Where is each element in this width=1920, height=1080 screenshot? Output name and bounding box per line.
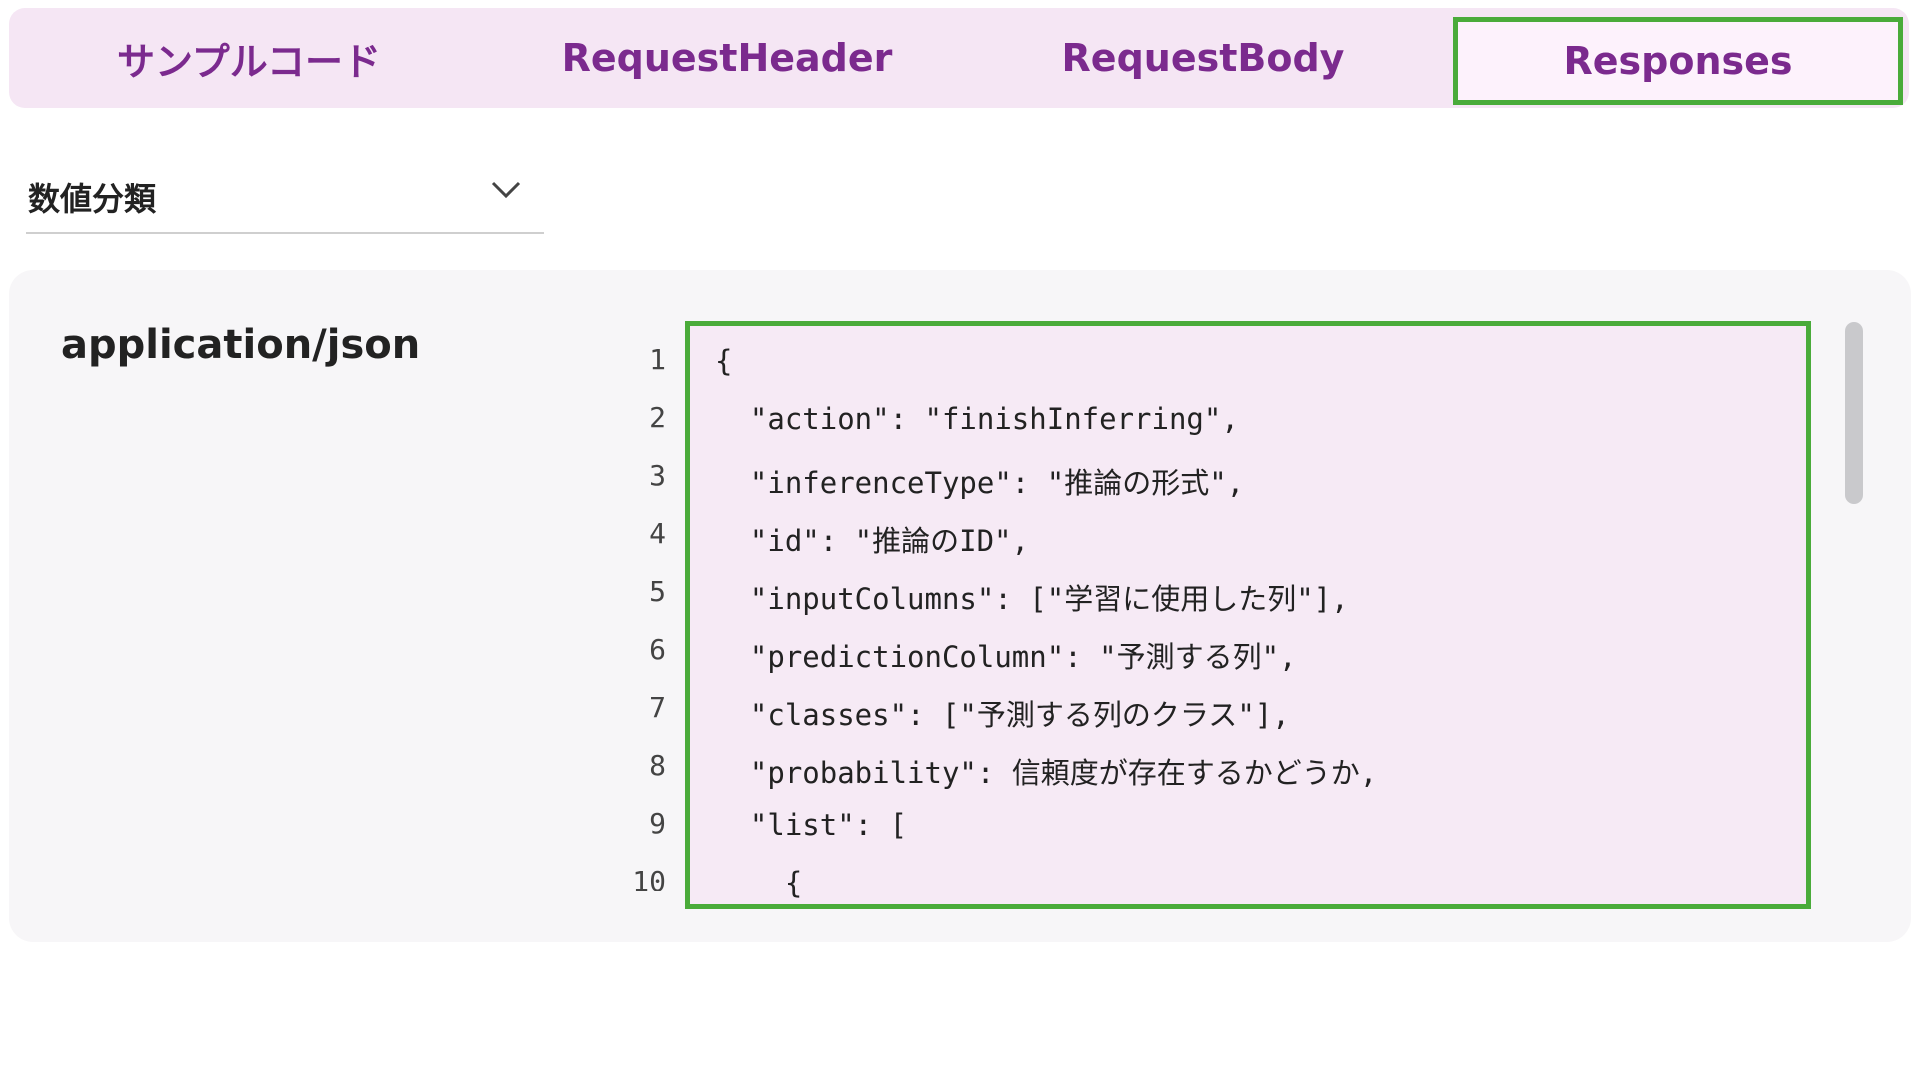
line-number: 10 xyxy=(632,865,666,891)
media-type-label: application/json xyxy=(61,322,421,368)
code-line: "inferenceType": "推論の形式", xyxy=(715,466,1245,500)
line-number: 8 xyxy=(649,749,666,782)
response-panel: application/json 1 2 3 4 5 6 7 8 9 10 { … xyxy=(9,270,1911,942)
line-number: 2 xyxy=(649,401,666,434)
code-line: "probability": 信頼度が存在するかどうか, xyxy=(715,756,1378,790)
code-line: "predictionColumn": "予測する列", xyxy=(715,640,1297,674)
line-number: 1 xyxy=(649,343,666,376)
category-dropdown[interactable]: 数値分類 xyxy=(26,162,544,234)
code-line: "list": [ xyxy=(715,808,908,842)
code-editor[interactable]: { "action": "finishInferring", "inferenc… xyxy=(685,321,1811,909)
code-line: { xyxy=(715,344,733,378)
code-line: { xyxy=(715,866,803,900)
line-number: 5 xyxy=(649,575,666,608)
editor-scrollbar[interactable] xyxy=(1845,322,1863,504)
tab-responses[interactable]: Responses xyxy=(1453,17,1903,105)
tab-request-header[interactable]: RequestHeader xyxy=(489,8,965,108)
line-number: 9 xyxy=(649,807,666,840)
code-line: "action": "finishInferring", xyxy=(715,402,1239,436)
tab-request-body[interactable]: RequestBody xyxy=(965,8,1441,108)
code-line: "classes": ["予測する列のクラス"], xyxy=(715,698,1290,732)
line-number: 7 xyxy=(649,691,666,724)
code-line: "id": "推論のID", xyxy=(715,524,1029,558)
dropdown-selected-value: 数値分類 xyxy=(28,180,157,218)
tab-bar: サンプルコード RequestHeader RequestBody Respon… xyxy=(9,8,1909,108)
line-number: 3 xyxy=(649,459,666,492)
tab-sample-code[interactable]: サンプルコード xyxy=(9,8,489,108)
code-line: "inputColumns": ["学習に使用した列"], xyxy=(715,582,1349,616)
chevron-down-icon xyxy=(491,181,521,199)
line-number: 6 xyxy=(649,633,666,666)
line-number-gutter: 1 2 3 4 5 6 7 8 9 10 xyxy=(594,321,674,891)
line-number: 4 xyxy=(649,517,666,550)
